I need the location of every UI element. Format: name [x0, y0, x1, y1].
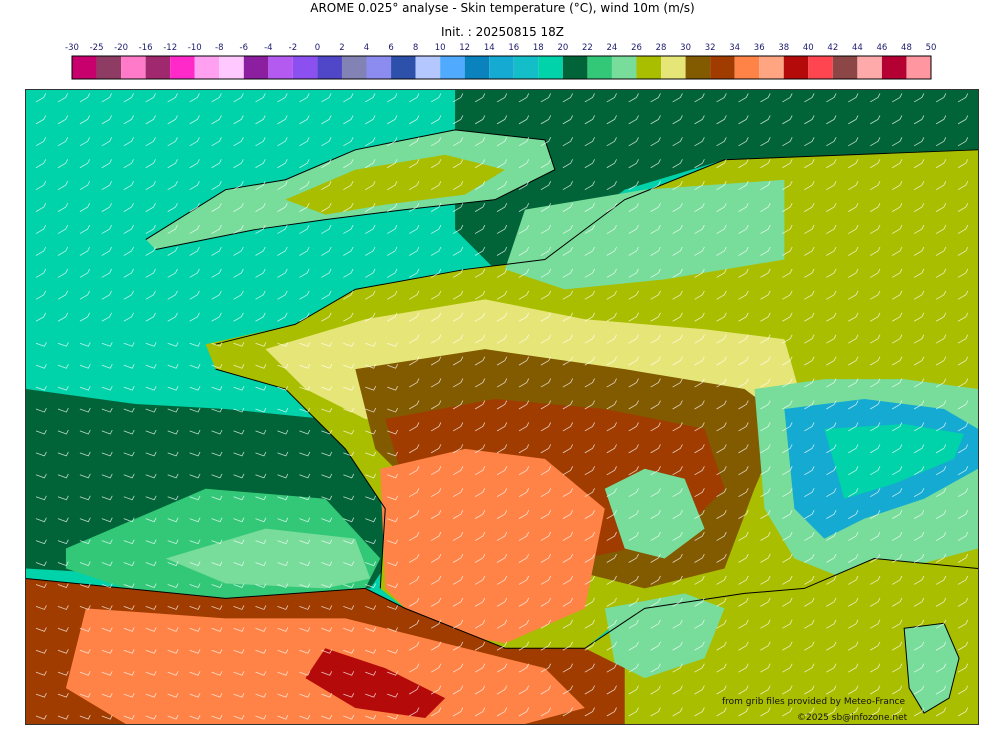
colorbar-segment — [513, 56, 539, 79]
colorbar-tick-label: 38 — [778, 43, 789, 53]
colorbar-tick-label: 18 — [533, 43, 544, 53]
colorbar-segment — [219, 56, 244, 79]
colorbar-segment — [857, 56, 882, 79]
colorbar-segment — [734, 56, 760, 79]
colorbar-segment — [391, 56, 416, 79]
colorbar-segment — [881, 56, 907, 79]
colorbar-tick-label: 28 — [656, 43, 667, 53]
colorbar-segment — [906, 56, 931, 79]
init-time-label: Init. : 20250815 18Z — [440, 25, 565, 39]
colorbar-tick-label: 34 — [729, 43, 740, 53]
colorbar-tick-label: 50 — [926, 43, 937, 53]
colorbar-segment — [562, 56, 588, 79]
colorbar-segment — [366, 56, 392, 79]
colorbar-segment — [783, 56, 809, 79]
colorbar-segment — [611, 56, 637, 79]
colorbar-tick-label: -4 — [264, 43, 272, 53]
colorbar-segment — [145, 56, 171, 79]
colorbar-tick-label: 20 — [557, 43, 568, 53]
colorbar-tick-label: 2 — [339, 43, 344, 53]
colorbar-segment — [759, 56, 784, 79]
colorbar-tick-label: 26 — [631, 43, 642, 53]
colorbar-segment — [341, 56, 367, 79]
colorbar-tick-label: 8 — [413, 43, 418, 53]
colorbar-segment — [710, 56, 735, 79]
colorbar-segment — [96, 56, 122, 79]
colorbar-segment — [587, 56, 612, 79]
colorbar-tick-label: -25 — [90, 43, 104, 53]
colorbar-segment — [464, 56, 490, 79]
colorbar-tick-label: 12 — [459, 43, 470, 53]
colorbar-segment — [440, 56, 465, 79]
colorbar-segment — [636, 56, 662, 79]
colorbar-segment — [72, 56, 97, 79]
colorbar-tick-label: -10 — [188, 43, 202, 53]
colorbar-tick-label: -30 — [65, 43, 79, 53]
colorbar-tick-label: -2 — [289, 43, 297, 53]
colorbar-tick-label: 22 — [582, 43, 593, 53]
colorbar-segment — [489, 56, 514, 79]
colorbar-segment — [317, 56, 342, 79]
colorbar-tick-label: -20 — [114, 43, 128, 53]
data-credit: from grib files provided by Meteo-France — [722, 697, 906, 707]
colorbar-tick-label: 36 — [754, 43, 765, 53]
colorbar-tick-label: 32 — [705, 43, 716, 53]
copyright-credit: ©2025 sb@infozone.net — [797, 713, 908, 723]
colorbar-segment — [121, 56, 146, 79]
colorbar-segment — [661, 56, 686, 79]
colorbar-tick-label: -6 — [240, 43, 248, 53]
colorbar-tick-label: 14 — [484, 43, 495, 53]
colorbar-segment — [268, 56, 293, 79]
colorbar-tick-label: 42 — [827, 43, 838, 53]
colorbar-tick-label: 46 — [877, 43, 888, 53]
colorbar-segment — [538, 56, 563, 79]
colorbar-tick-label: 4 — [364, 43, 369, 53]
colorbar-segment — [832, 56, 858, 79]
colorbar-tick-label: 44 — [852, 43, 863, 53]
colorbar-segment — [415, 56, 441, 79]
map-title: AROME 0.025° analyse - Skin temperature … — [310, 1, 695, 15]
temperature-colorbar: -30 -25 -20 -16 -12 -10 -8 -6 -4 -2 0 2 4 6 8 10 12 14 16 1… — [65, 43, 937, 80]
temperature-wind-map[interactable] — [25, 89, 979, 725]
colorbar-tick-label: 0 — [315, 43, 320, 53]
colorbar-tick-label: -8 — [215, 43, 223, 53]
colorbar-segment — [170, 56, 195, 79]
colorbar-segment — [808, 56, 833, 79]
colorbar-tick-label: -12 — [163, 43, 177, 53]
colorbar-tick-label: 40 — [803, 43, 814, 53]
colorbar-tick-label: 16 — [508, 43, 519, 53]
colorbar-tick-label: 24 — [607, 43, 618, 53]
colorbar-tick-label: 10 — [435, 43, 446, 53]
colorbar-tick-label: 30 — [680, 43, 691, 53]
colorbar-tick-label: 6 — [388, 43, 393, 53]
colorbar-segment — [243, 56, 269, 79]
colorbar-tick-label: 48 — [901, 43, 912, 53]
colorbar-segment — [685, 56, 711, 79]
colorbar-segment — [292, 56, 318, 79]
colorbar-segment — [194, 56, 220, 79]
colorbar-tick-label: -16 — [139, 43, 153, 53]
